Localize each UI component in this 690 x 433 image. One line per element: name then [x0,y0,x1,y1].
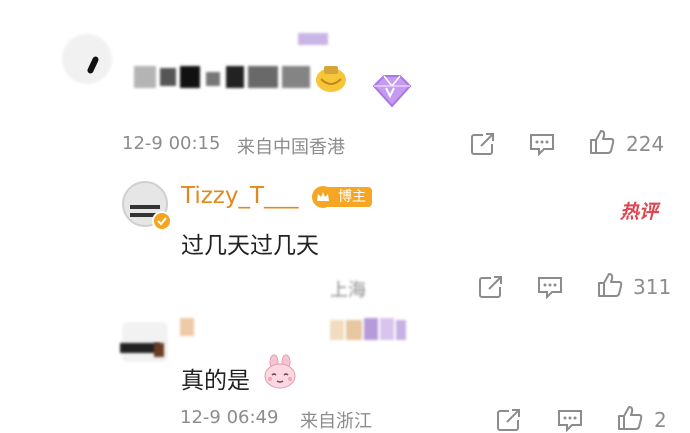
comment-icon[interactable] [556,408,584,432]
crown-icon [312,186,334,208]
timestamp: 12-9 06:49 [180,407,279,428]
like-count: 2 [654,408,667,432]
location: 来自浙江 [300,411,372,432]
location: 来自中国香港 [237,137,345,158]
like-icon[interactable] [596,271,624,299]
like-count: 224 [626,132,665,156]
smile-emoji-icon [314,62,348,98]
avatar[interactable] [62,34,112,84]
comment-icon[interactable] [536,275,564,299]
share-icon[interactable] [470,132,496,156]
bunny-emoji-icon [262,354,298,394]
like-icon[interactable] [616,404,644,432]
verified-badge-icon [152,211,172,231]
blogger-badge: 博主 [312,186,372,208]
blogger-badge-label: 博主 [328,187,372,207]
location: 上海 [330,280,366,301]
like-count: 311 [633,275,672,299]
timestamp: 12-9 00:15 [122,133,221,154]
hot-comment-tag: 热评 [620,201,659,223]
comment-text: 真的是 [181,368,250,394]
username-mosaic[interactable] [298,33,328,45]
like-icon[interactable] [588,128,616,156]
diamond-emoji-icon [370,74,414,112]
username[interactable]: Tizzy_T___ [181,183,299,209]
comment-text: 过几天过几天 [181,233,319,259]
share-icon[interactable] [478,275,504,299]
comment-icon[interactable] [528,132,556,156]
share-icon[interactable] [496,408,522,432]
